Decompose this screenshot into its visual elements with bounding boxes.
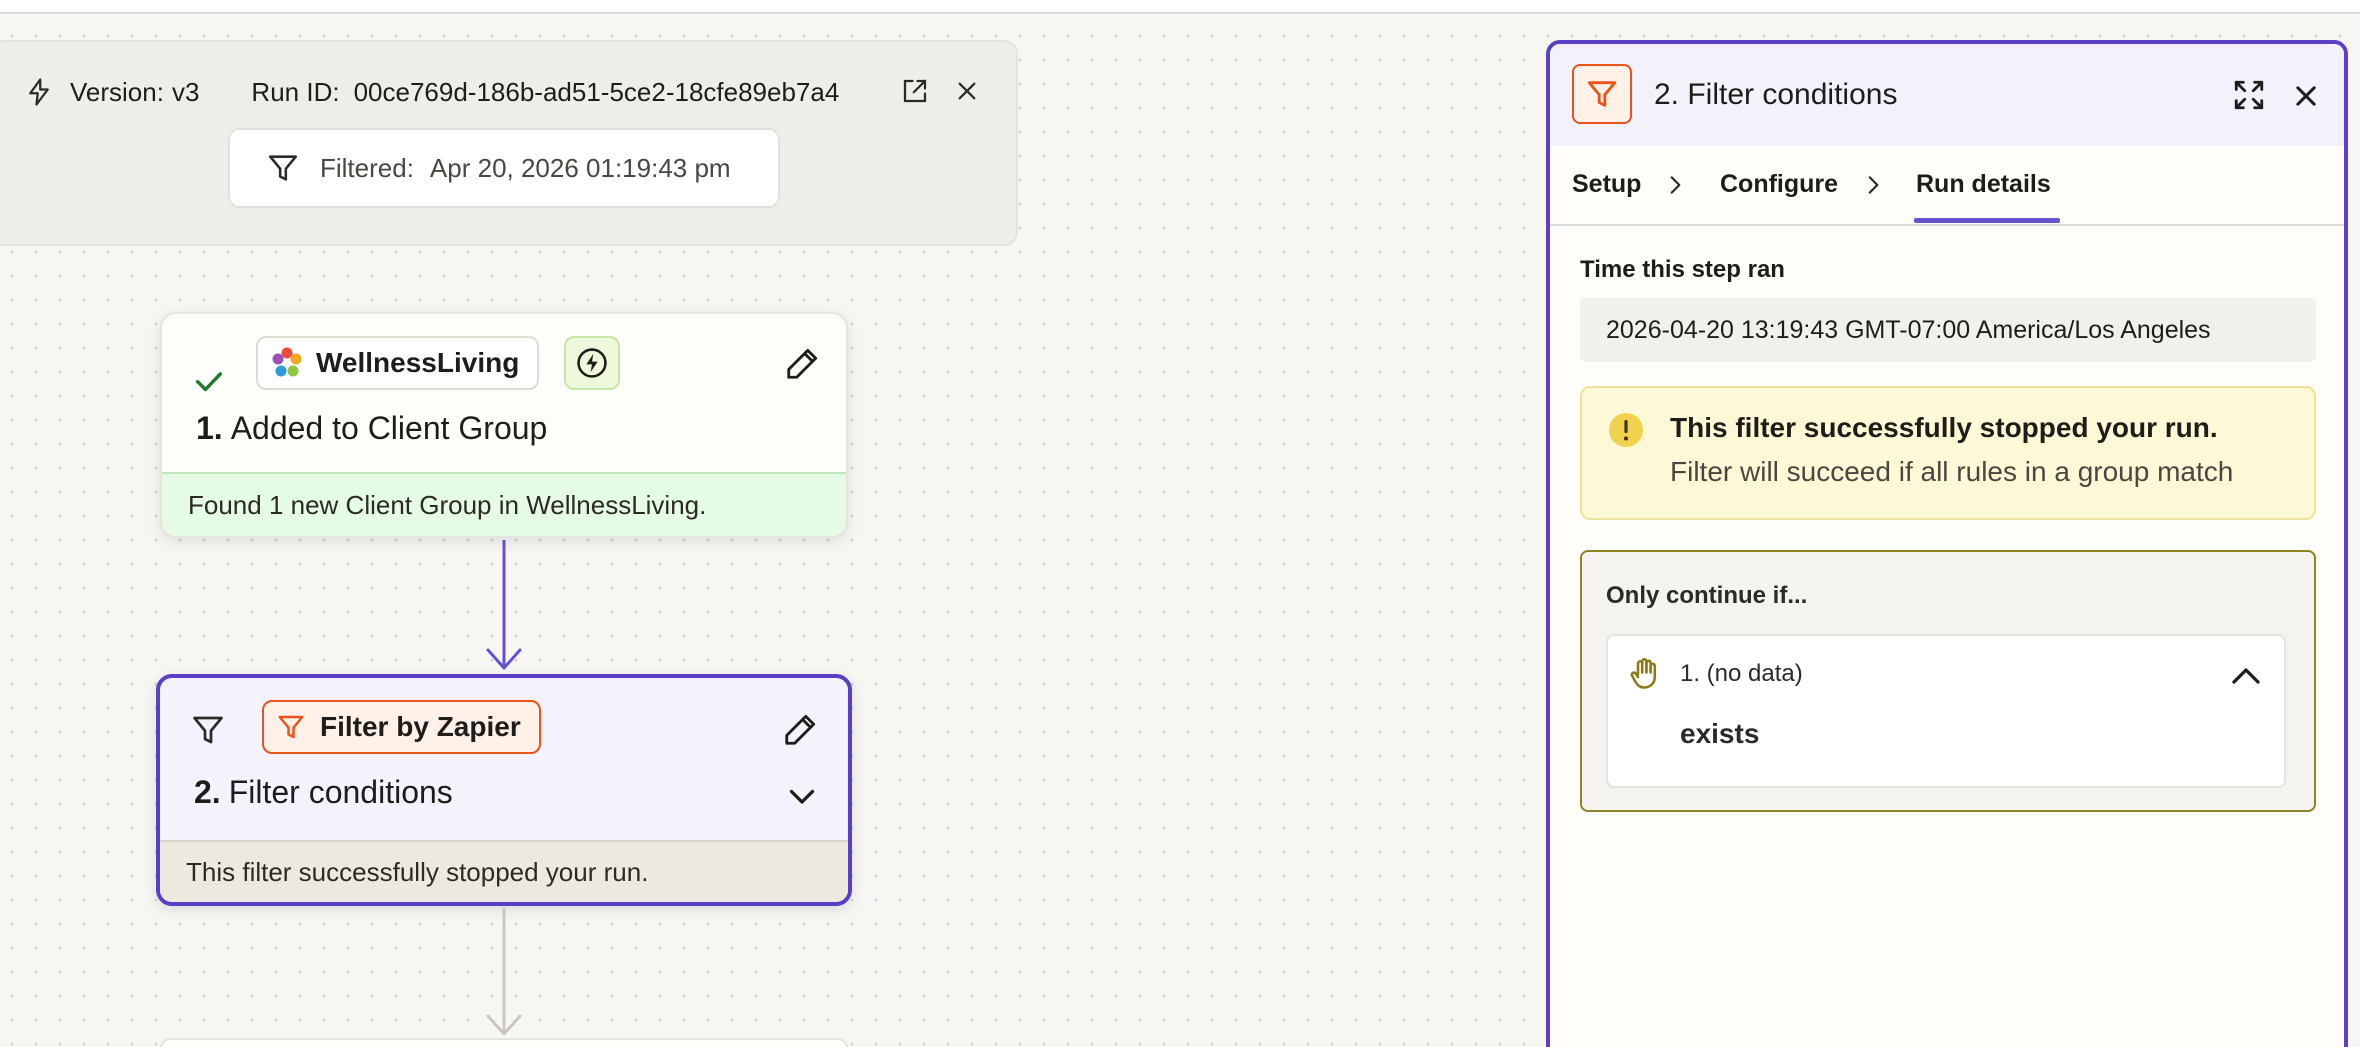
- rule-card[interactable]: 1. (no data) exists: [1606, 634, 2286, 788]
- pencil-icon[interactable]: [784, 344, 822, 382]
- step-status: This filter successfully stopped your ru…: [160, 840, 848, 902]
- app-name: WellnessLiving: [316, 347, 520, 378]
- time-value: 2026-04-20 13:19:43 GMT-07:00 America/Lo…: [1580, 298, 2316, 362]
- rule-field: 1. (no data): [1680, 660, 1803, 687]
- connector-arrow-1: [486, 540, 522, 670]
- version-value: v3: [171, 76, 200, 107]
- app-chip-wellnessliving[interactable]: WellnessLiving: [256, 336, 540, 390]
- filtered-label: Filtered:: [320, 152, 414, 183]
- filter-logo-icon: [1587, 81, 1617, 107]
- close-icon[interactable]: [2292, 82, 2320, 110]
- version-label: Version:: [70, 76, 164, 107]
- flower-logo-icon: [272, 347, 302, 377]
- step-card-2[interactable]: Filter by Zapier 2. Filter conditions Thi…: [156, 674, 852, 906]
- step-number: 2.: [194, 774, 221, 810]
- run-info-row: Version: v3 Run ID: 00ce769d-186b-ad51-5…: [24, 66, 839, 118]
- tab-run-details[interactable]: Run details: [1916, 170, 2051, 199]
- filter-icon: [268, 155, 298, 181]
- panel-header: 2. Filter conditions: [1550, 44, 2344, 146]
- condition-label: Only continue if...: [1606, 582, 1808, 609]
- step-number: 1.: [196, 410, 223, 446]
- condition-group: Only continue if... 1. (no data) exists: [1580, 550, 2316, 812]
- trigger-bolt-icon: [577, 348, 607, 378]
- step-title-text: Added to Client Group: [230, 410, 548, 446]
- step-detail-panel: 2. Filter conditions Setup Configure Run…: [1546, 40, 2348, 1047]
- tab-configure[interactable]: Configure: [1720, 170, 1838, 199]
- bolt-icon: [29, 78, 49, 106]
- step-status: Found 1 new Client Group in WellnessLivi…: [162, 472, 846, 536]
- expand-icon[interactable]: [2232, 78, 2266, 112]
- time-label: Time this step ran: [1580, 256, 1785, 283]
- next-step-card-edge: [160, 1038, 848, 1047]
- app-name: Filter by Zapier: [320, 711, 521, 742]
- step-title: 2. Filter conditions: [194, 774, 453, 811]
- top-bar: [0, 0, 2360, 14]
- pencil-icon[interactable]: [782, 710, 820, 748]
- chevron-down-icon[interactable]: [784, 778, 820, 814]
- open-external-button[interactable]: [898, 74, 932, 108]
- check-icon: [195, 372, 223, 392]
- alert-title: This filter successfully stopped your ru…: [1670, 412, 2218, 443]
- filter-icon: [193, 716, 223, 744]
- filtered-timestamp: Apr 20, 2026 01:19:43 pm: [429, 152, 731, 183]
- close-icon: [958, 82, 976, 100]
- run-id-value: 00ce769d-186b-ad51-5ce2-18cfe89eb7a4: [353, 76, 840, 107]
- step-title-text: Filter conditions: [228, 774, 453, 810]
- hand-icon: [1630, 658, 1657, 689]
- filter-stopped-alert: This filter successfully stopped your ru…: [1580, 386, 2316, 520]
- filtered-status-pill: Filtered: Apr 20, 2026 01:19:43 pm: [228, 128, 780, 208]
- chevron-right-icon: [1670, 176, 1681, 194]
- step-card-1[interactable]: WellnessLiving 1. Added to Client Group F…: [160, 312, 848, 538]
- active-tab-indicator: [1914, 218, 2060, 223]
- panel-tabs: Setup Configure Run details: [1550, 146, 2344, 226]
- tab-setup[interactable]: Setup: [1572, 170, 1641, 199]
- panel-app-icon: [1572, 64, 1632, 124]
- alert-text: Filter will succeed if all rules in a gr…: [1670, 456, 2234, 487]
- panel-title: 2. Filter conditions: [1654, 78, 1898, 111]
- run-id-label: Run ID:: [251, 76, 340, 107]
- open-external-icon: [903, 79, 927, 103]
- chevron-up-icon[interactable]: [2226, 658, 2266, 694]
- chevron-right-icon: [1868, 176, 1879, 194]
- warning-icon: [1609, 413, 1643, 447]
- trigger-badge: [564, 336, 620, 390]
- rule-operator: exists: [1680, 718, 1760, 749]
- step-title: 1. Added to Client Group: [196, 410, 547, 447]
- connector-arrow-2: [486, 908, 522, 1036]
- app-chip-filter-by-zapier[interactable]: Filter by Zapier: [262, 700, 541, 754]
- close-run-button[interactable]: [950, 74, 984, 108]
- filter-logo-icon: [278, 715, 304, 739]
